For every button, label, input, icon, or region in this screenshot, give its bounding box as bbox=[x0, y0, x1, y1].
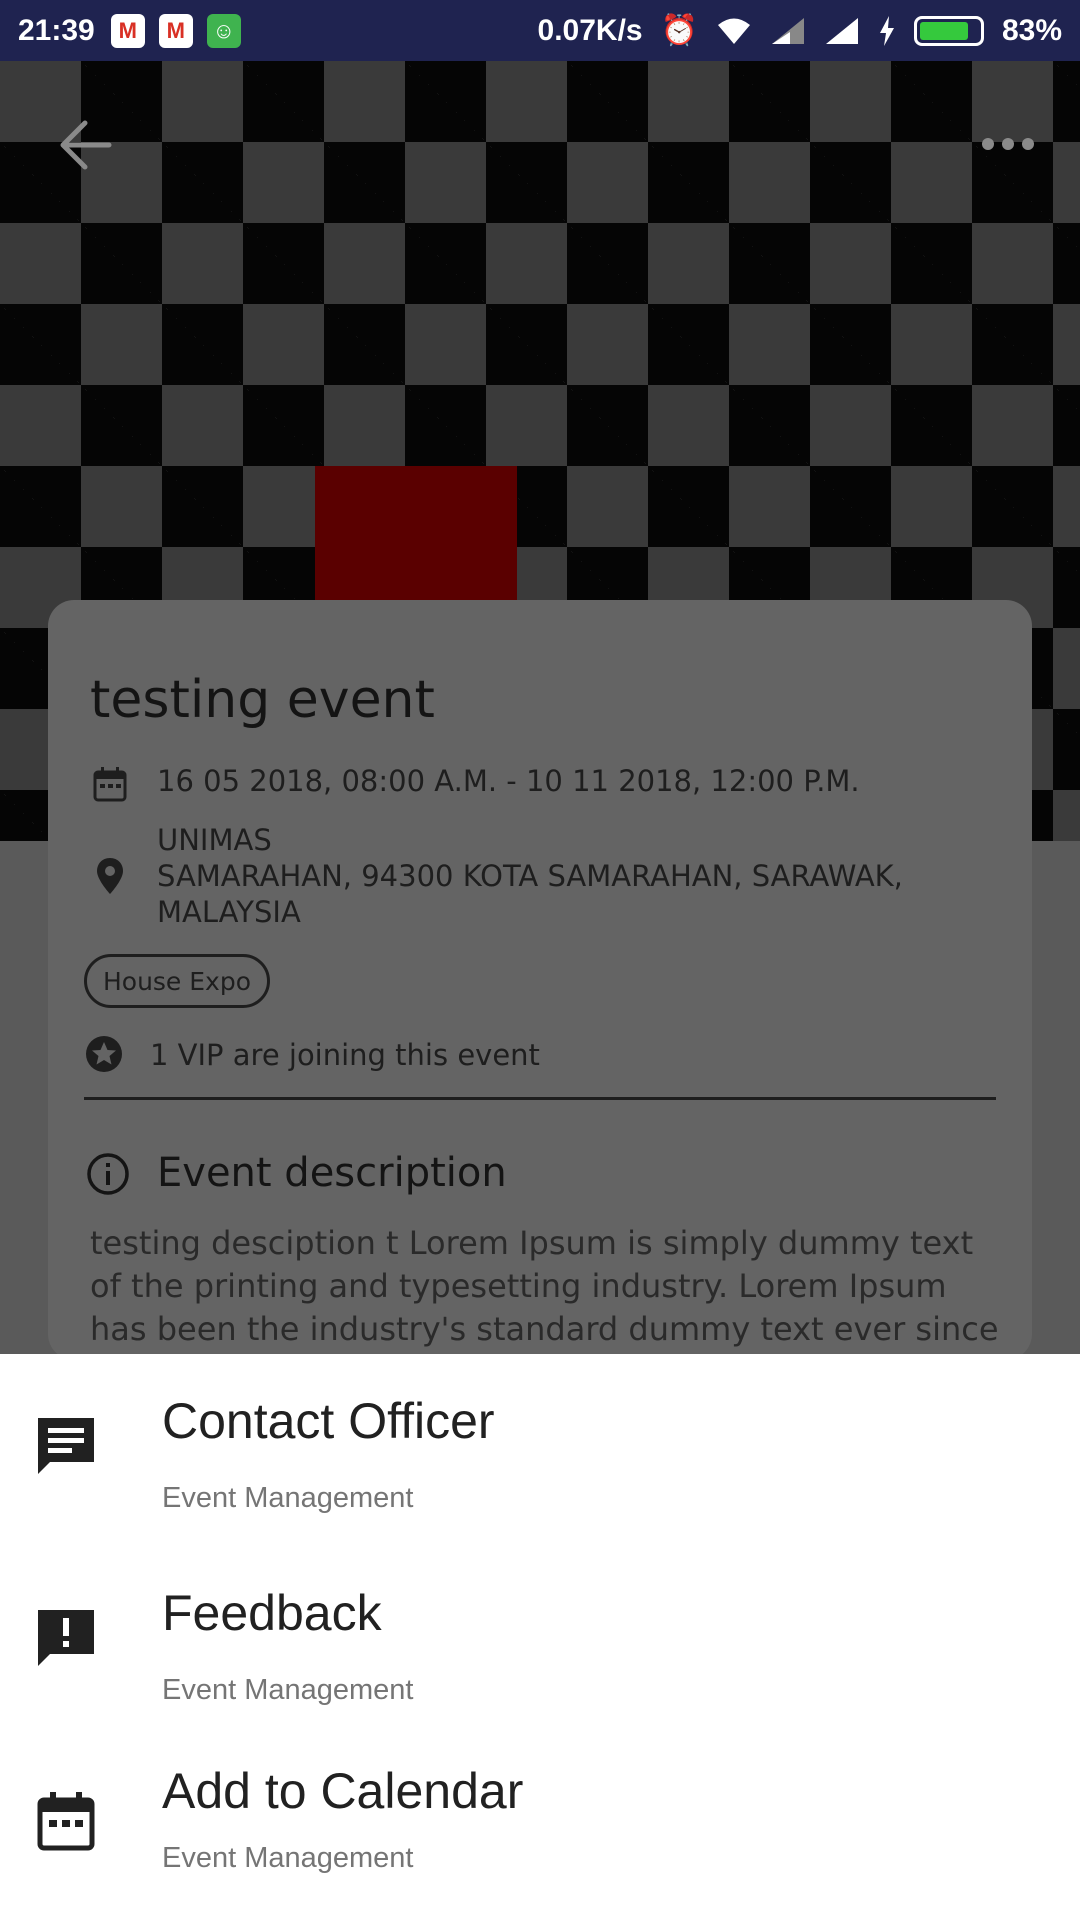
sheet-item-subtitle: Event Management bbox=[162, 1842, 414, 1874]
sheet-item-add-to-calendar[interactable]: Add to Calendar Event Management bbox=[0, 1738, 1080, 1920]
category-chip[interactable]: House Expo bbox=[84, 954, 270, 1008]
gmail-icon: M bbox=[158, 13, 193, 48]
battery-percent: 83% bbox=[1001, 13, 1062, 47]
calendar-icon bbox=[93, 767, 127, 802]
status-right: 0.07K/s ⏰ 83% bbox=[538, 13, 1062, 48]
description-body: testing desciption t Lorem Ipsum is simp… bbox=[90, 1224, 999, 1348]
signal-icon bbox=[771, 17, 804, 44]
event-address: UNIMAS SAMARAHAN, 94300 KOTA SAMARAHAN, … bbox=[157, 822, 903, 930]
gmail-icon: M bbox=[110, 13, 145, 48]
feedback-icon bbox=[38, 1610, 94, 1666]
net-speed: 0.07K/s bbox=[537, 13, 643, 47]
description-heading: Event description bbox=[157, 1150, 507, 1196]
star-icon bbox=[86, 1036, 122, 1072]
divider bbox=[84, 1097, 996, 1100]
android-icon: ☺ bbox=[206, 13, 241, 48]
battery-icon bbox=[913, 15, 984, 46]
sheet-item-title: Feedback bbox=[162, 1585, 382, 1641]
sheet-item-feedback[interactable]: Feedback Event Management bbox=[0, 1546, 1080, 1736]
sheet-item-title: Contact Officer bbox=[162, 1393, 495, 1449]
address-line-2: SAMARAHAN, 94300 KOTA SAMARAHAN, SARAWAK… bbox=[157, 859, 903, 893]
bottom-sheet: Contact Officer Event Management Feedbac… bbox=[0, 1354, 1080, 1920]
event-title: testing event bbox=[90, 670, 435, 730]
calendar-icon bbox=[37, 1792, 95, 1851]
address-line-3: MALAYSIA bbox=[157, 895, 301, 929]
banner-red-block bbox=[315, 466, 517, 616]
alarm-icon: ⏰ bbox=[660, 14, 698, 47]
signal-icon bbox=[825, 17, 858, 44]
sheet-item-title: Add to Calendar bbox=[162, 1763, 524, 1819]
sheet-item-contact-officer[interactable]: Contact Officer Event Management bbox=[0, 1354, 1080, 1544]
wifi-icon bbox=[717, 18, 750, 44]
arrow-back-icon[interactable] bbox=[55, 115, 115, 175]
charging-icon bbox=[879, 15, 894, 46]
sheet-item-subtitle: Event Management bbox=[162, 1482, 414, 1514]
vip-count-text: 1 VIP are joining this event bbox=[150, 1038, 540, 1072]
status-bar: 21:39 M M ☺ 0.07K/s ⏰ 83% bbox=[0, 0, 1080, 61]
sheet-item-subtitle: Event Management bbox=[162, 1674, 414, 1706]
battery-fill bbox=[919, 21, 969, 40]
more-horiz-icon[interactable] bbox=[980, 130, 1036, 158]
info-icon bbox=[87, 1153, 129, 1195]
message-icon bbox=[38, 1418, 94, 1474]
address-line-1: UNIMAS bbox=[157, 823, 272, 857]
location-pin-icon bbox=[97, 858, 123, 894]
event-date-range: 16 05 2018, 08:00 A.M. - 10 11 2018, 12:… bbox=[157, 764, 860, 798]
status-time: 21:39 bbox=[18, 13, 95, 47]
